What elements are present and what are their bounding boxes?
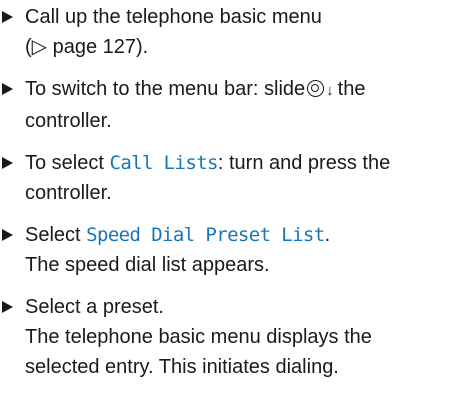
controller-knob-icon (307, 80, 325, 97)
step-text: To switch to the menu bar: slide (25, 78, 306, 100)
bullet-triangle-icon (2, 157, 13, 169)
step-text: the (337, 78, 366, 100)
step-text-line: To switch to the menu bar: slide ↓ the (25, 74, 459, 106)
step-text: Select (25, 224, 87, 246)
step-text: Call up the telephone basic menu (25, 6, 322, 28)
arrow-down-icon: ↓ (326, 82, 334, 99)
step-text-line: To select Call Lists: turn and press the (25, 148, 459, 178)
page-reference: (▷ page 127). (25, 36, 149, 58)
step-text-line: Select Speed Dial Preset List. (25, 220, 459, 250)
menu-item-speed-dial-preset-list: Speed Dial Preset List (86, 224, 325, 246)
bullet-triangle-icon (2, 83, 13, 95)
step-text: : turn and press the (217, 152, 391, 174)
step-select-call-lists: To select Call Lists: turn and press the… (0, 148, 459, 208)
step-call-up-menu: Call up the telephone basic menu (▷ page… (0, 2, 459, 62)
step-result: selected entry. This initiates dialing. (25, 356, 339, 378)
step-switch-menu-bar: To switch to the menu bar: slide ↓ the con… (0, 74, 459, 136)
step-select-speed-dial: Select Speed Dial Preset List. The speed… (0, 220, 459, 280)
bullet-triangle-icon (2, 11, 13, 23)
step-result: The telephone basic menu displays the (25, 326, 372, 348)
step-select-preset: Select a preset. The telephone basic men… (0, 292, 459, 382)
bullet-triangle-icon (2, 229, 13, 241)
step-text: controller. (25, 182, 112, 204)
bullet-triangle-icon (2, 301, 13, 313)
step-text: controller. (25, 110, 112, 132)
step-text: Select a preset. (25, 296, 164, 318)
step-text: . (324, 224, 331, 246)
step-text: To select (25, 152, 110, 174)
menu-item-call-lists: Call Lists (109, 152, 218, 174)
step-result: The speed dial list appears. (25, 254, 270, 276)
instruction-list: Call up the telephone basic menu (▷ page… (0, 2, 459, 394)
